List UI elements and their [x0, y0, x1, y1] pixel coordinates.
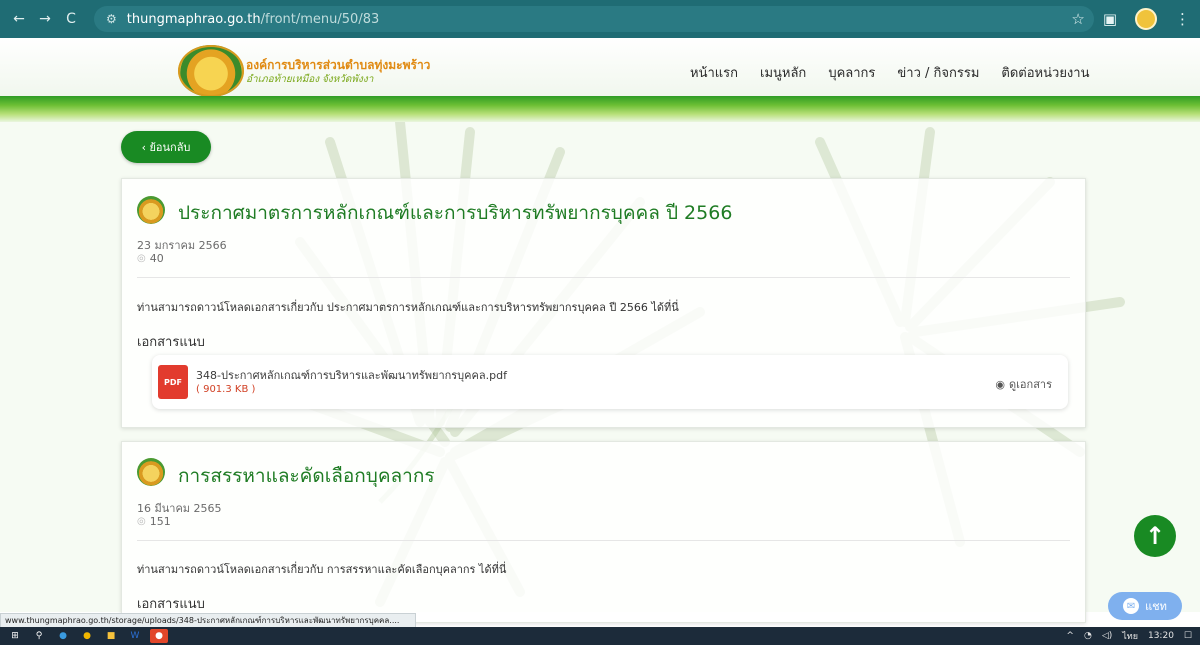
main-nav: หน้าแรก เมนูหลัก บุคลากร ข่าว / กิจกรรม …: [690, 62, 1089, 83]
active-app-icon[interactable]: ●: [150, 629, 168, 643]
post-views: ◎ 40: [137, 252, 164, 265]
attachment-filename[interactable]: 348-ประกาศหลักเกณฑ์การบริหารและพัฒนาทรัพ…: [196, 366, 507, 384]
view-count: 40: [149, 252, 164, 265]
address-bar[interactable]: ⚙ thungmaphrao.go.th /front/menu/50/83: [94, 6, 1094, 32]
eye-icon: ◎: [137, 253, 146, 264]
browser-toolbar: ← → C ⚙ thungmaphrao.go.th /front/menu/5…: [0, 0, 1200, 38]
attachment-size: ( 901.3 KB ): [196, 384, 256, 395]
messenger-icon: ✉: [1123, 598, 1140, 614]
bookmark-star-icon[interactable]: ☆: [1071, 10, 1084, 28]
post-description: ท่านสามารถดาวน์โหลดเอกสารเกี่ยวกับ ประกา…: [137, 301, 679, 314]
os-taskbar: ⊞ ⚲ ● ● ■ W ● ^ ◔ ◁) ไทย 13:20 ☐: [0, 627, 1200, 645]
view-document-link[interactable]: ◉ ดูเอกสาร: [995, 375, 1052, 393]
clock[interactable]: 13:20: [1148, 631, 1174, 641]
divider: [137, 277, 1070, 278]
org-emblem-icon: [137, 458, 165, 486]
divider: [137, 540, 1070, 541]
chat-button[interactable]: ✉ แชท: [1108, 592, 1182, 620]
org-emblem-icon: [137, 196, 165, 224]
site-info-icon[interactable]: ⚙: [106, 12, 117, 26]
notifications-icon[interactable]: ☐: [1184, 631, 1192, 641]
attachments-heading: เอกสารแนบ: [137, 335, 205, 350]
word-icon[interactable]: W: [126, 629, 144, 643]
scroll-to-top-button[interactable]: ↑: [1134, 515, 1176, 557]
edge-icon[interactable]: ●: [54, 629, 72, 643]
back-button[interactable]: ‹ ย้อนกลับ: [121, 131, 211, 163]
eye-icon: ◎: [137, 516, 146, 527]
side-panel-icon[interactable]: ▣: [1103, 10, 1117, 28]
nav-home[interactable]: หน้าแรก: [690, 62, 738, 83]
language-indicator[interactable]: ไทย: [1122, 629, 1138, 643]
menu-dots-icon[interactable]: ⋮: [1175, 10, 1190, 28]
nav-news[interactable]: ข่าว / กิจกรรม: [897, 62, 979, 83]
eye-icon: ◉: [995, 377, 1006, 391]
post-title[interactable]: ประกาศมาตรการหลักเกณฑ์และการบริหารทรัพยา…: [178, 198, 732, 228]
view-count: 151: [149, 515, 171, 528]
volume-icon[interactable]: ◁): [1102, 631, 1112, 641]
system-tray: ^ ◔ ◁) ไทย 13:20 ☐: [1066, 627, 1192, 645]
org-logo[interactable]: [178, 45, 244, 97]
back-arrow-icon[interactable]: ←: [6, 11, 32, 27]
post-views: ◎ 151: [137, 515, 171, 528]
url-path: /front/menu/50/83: [260, 11, 380, 27]
post-title[interactable]: การสรรหาและคัดเลือกบุคลากร: [178, 461, 435, 491]
attachment-row[interactable]: PDF 348-ประกาศหลักเกณฑ์การบริหารและพัฒนา…: [152, 355, 1068, 409]
view-document-label: ดูเอกสาร: [1009, 378, 1052, 391]
nav-personnel[interactable]: บุคลากร: [828, 62, 875, 83]
tray-chevron-icon[interactable]: ^: [1066, 631, 1074, 641]
nav-contact[interactable]: ติดต่อหน่วยงาน: [1001, 62, 1089, 83]
file-explorer-icon[interactable]: ■: [102, 629, 120, 643]
chat-label: แชท: [1145, 600, 1167, 613]
url-host: thungmaphrao.go.th: [126, 11, 261, 27]
post-card: การสรรหาและคัดเลือกบุคลากร 16 มีนาคม 256…: [121, 441, 1086, 623]
windows-start-icon[interactable]: ⊞: [6, 629, 24, 643]
nav-main-menu[interactable]: เมนูหลัก: [760, 62, 806, 83]
forward-arrow-icon[interactable]: →: [32, 11, 58, 27]
chrome-icon[interactable]: ●: [78, 629, 96, 643]
header-green-strip: [0, 96, 1200, 122]
search-icon[interactable]: ⚲: [30, 629, 48, 643]
network-icon[interactable]: ◔: [1084, 631, 1092, 641]
profile-avatar[interactable]: [1135, 8, 1157, 30]
attachments-heading: เอกสารแนบ: [137, 597, 205, 612]
post-description: ท่านสามารถดาวน์โหลดเอกสารเกี่ยวกับ การสร…: [137, 563, 507, 576]
post-card: ประกาศมาตรการหลักเกณฑ์และการบริหารทรัพยา…: [121, 178, 1086, 428]
pdf-file-icon: PDF: [158, 365, 188, 399]
reload-icon[interactable]: C: [58, 11, 84, 27]
org-subtitle: อำเภอท้ายเหมือง จังหวัดพังงา: [246, 74, 374, 85]
